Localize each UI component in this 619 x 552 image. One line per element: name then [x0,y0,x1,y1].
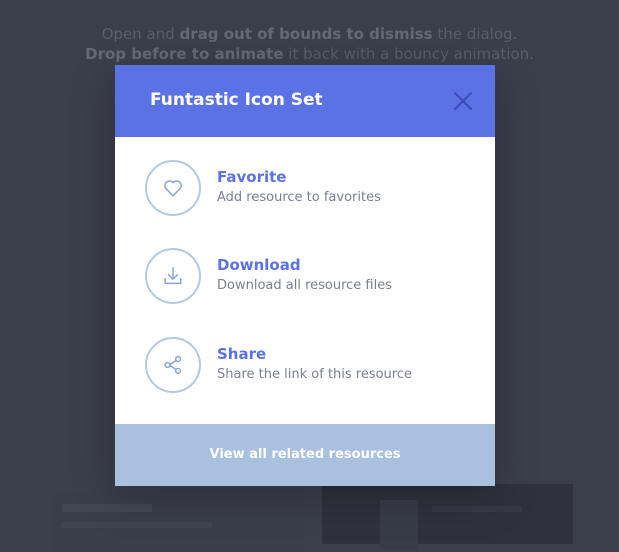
instruction-line-1: Open and drag out of bounds to dismiss t… [0,24,619,44]
background-card-placeholder [62,504,152,512]
instruction-2-bold: Drop before to animate [85,45,284,63]
action-description: Download all resource files [217,278,393,293]
action-title: Favorite [217,168,287,186]
action-description: Add resource to favorites [217,190,381,205]
instruction-2-after: it back with a bouncy animation. [288,45,534,63]
close-button[interactable] [448,86,478,116]
action-title: Download [217,256,301,274]
download-icon [164,267,182,285]
instruction-1-before: Open and [101,25,175,43]
share-icon [164,355,182,375]
instruction-line-2: Drop before to animate it back with a bo… [0,44,619,64]
dialog-header[interactable]: Funtastic Icon Set [115,65,495,137]
action-download[interactable]: Download Download all resource files [115,248,495,328]
instruction-1-after: the dialog. [437,25,518,43]
background-card-left [52,492,304,552]
resource-dialog[interactable]: Funtastic Icon Set Favorite Add resource… [115,65,495,486]
instruction-1-bold: drag out of bounds to dismiss [179,25,433,43]
background-card-right [322,484,573,550]
share-icon-circle [145,337,201,393]
background-card-placeholder [432,506,522,512]
download-icon-circle [145,248,201,304]
heart-icon [164,180,182,197]
dialog-title: Funtastic Icon Set [150,90,323,110]
background-card-placeholder [62,522,212,528]
heart-icon-circle [145,160,201,216]
view-all-resources-button[interactable]: View all related resources [115,424,495,486]
action-title: Share [217,345,267,363]
action-share[interactable]: Share Share the link of this resource [115,337,495,417]
action-favorite[interactable]: Favorite Add resource to favorites [115,160,495,240]
view-all-label: View all related resources [209,447,401,462]
close-icon [454,92,472,110]
action-description: Share the link of this resource [217,367,412,382]
background-card-placeholder [380,500,418,550]
